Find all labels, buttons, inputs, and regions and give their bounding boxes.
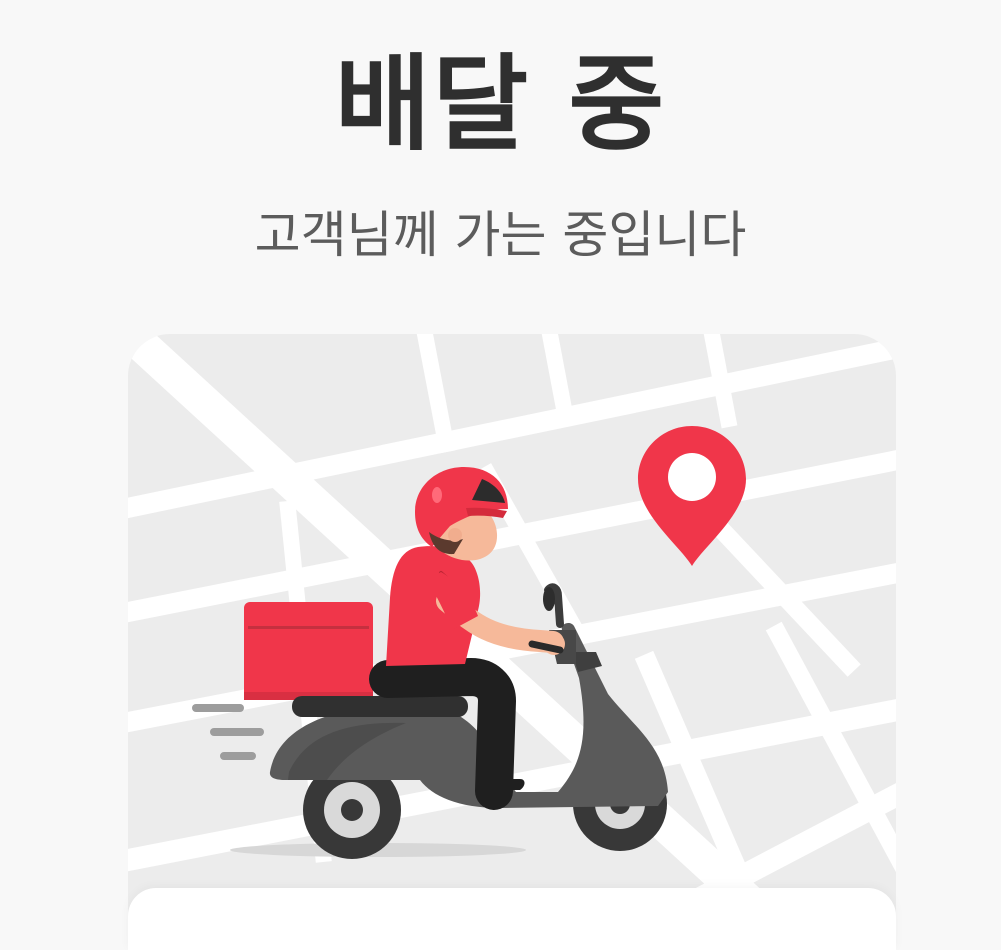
map-illustration [128,334,896,950]
delivery-status-screen: 배달 중 고객님께 가는 중입니다 [0,0,1001,950]
page-subtitle: 고객님께 가는 중입니다 [254,206,747,264]
map-view[interactable] [128,334,896,950]
page-title: 배달 중 [334,43,667,165]
bottom-sheet[interactable] [128,888,896,950]
